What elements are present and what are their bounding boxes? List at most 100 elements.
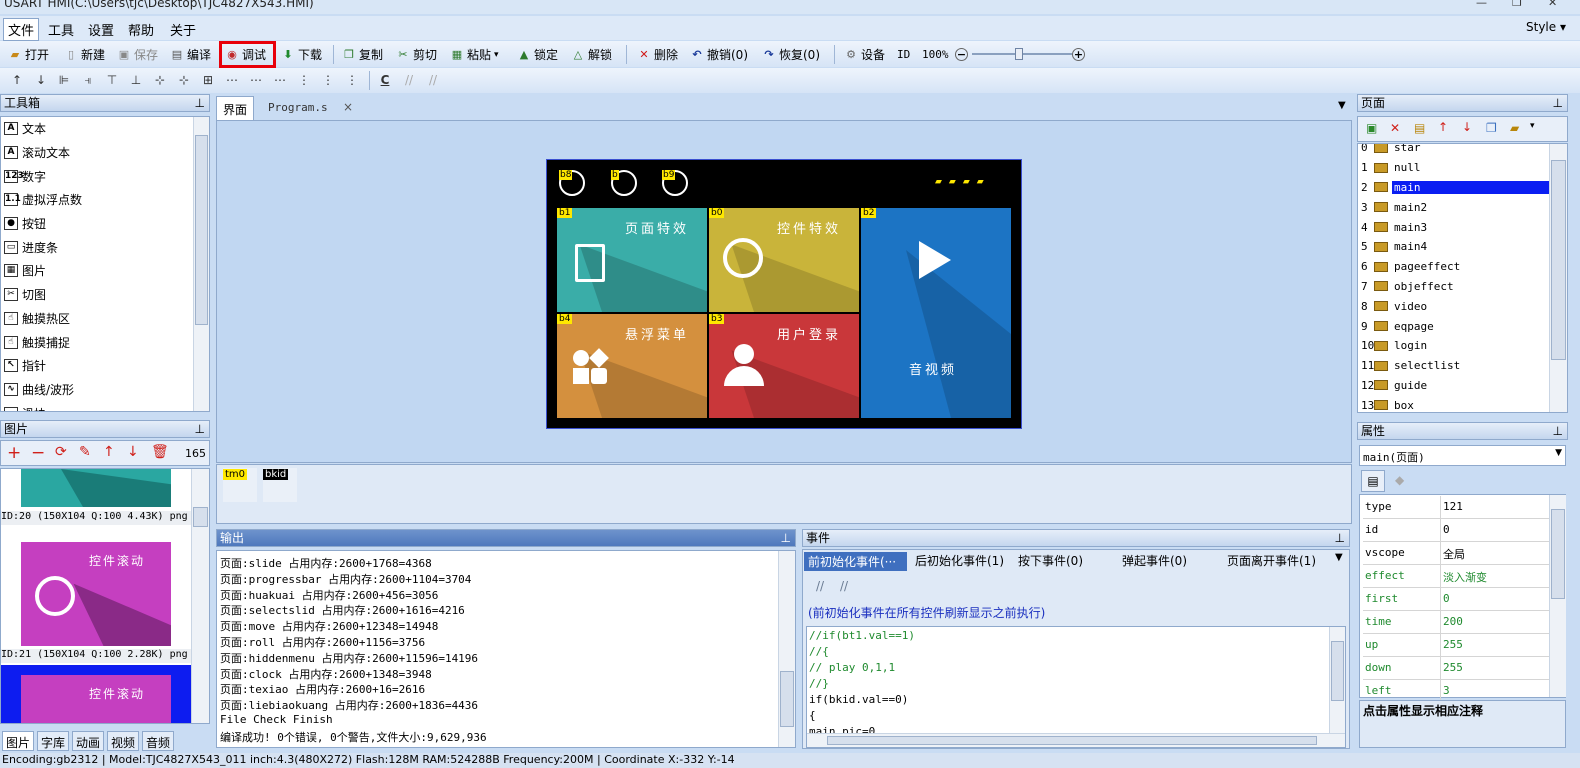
image-list-scrollbar[interactable]: [191, 469, 209, 723]
uncomment-icon[interactable]: //: [425, 73, 441, 89]
replace-image-icon[interactable]: ⟳: [55, 444, 67, 460]
code-toggle-icon[interactable]: C: [377, 73, 393, 89]
menu-file[interactable]: 文件: [3, 18, 40, 41]
property-row[interactable]: type 121: [1363, 496, 1549, 519]
center-vertical-icon[interactable]: ⊹: [176, 73, 192, 89]
device-button[interactable]: ⚙ 设备: [844, 46, 885, 63]
property-row[interactable]: up 255: [1363, 634, 1549, 657]
tab-program[interactable]: Program.s: [268, 101, 328, 114]
page-item[interactable]: 11 selectlist: [1358, 356, 1567, 376]
copy-page-icon[interactable]: ❐: [1486, 121, 1497, 135]
property-row[interactable]: effect 淡入渐变: [1363, 565, 1549, 588]
pin-icon[interactable]: ⊥: [195, 95, 205, 111]
page-item[interactable]: 9 eqpage: [1358, 316, 1567, 336]
output-scrollbar[interactable]: [778, 551, 795, 747]
page-item[interactable]: 7 objeffect: [1358, 277, 1567, 297]
toolbox-item[interactable]: ▦ 图片: [1, 259, 209, 283]
scrollbar-thumb[interactable]: [827, 736, 1317, 745]
delete-button[interactable]: ✕ 删除: [637, 46, 678, 63]
code-vertical-scrollbar[interactable]: [1329, 627, 1345, 733]
page-item[interactable]: 10 login: [1358, 336, 1567, 356]
tile-floating-menu[interactable]: b4 悬浮菜单: [557, 314, 707, 418]
page-item[interactable]: 3 main2: [1358, 197, 1567, 217]
tab-post-init-event[interactable]: 后初始化事件(1): [915, 552, 1004, 569]
distribute-horizontal-icon[interactable]: ⋯: [272, 73, 288, 89]
toolbox-item[interactable]: ☝ 触摸捕捉: [1, 330, 209, 354]
align-right-icon[interactable]: ⫣: [80, 73, 96, 89]
image-selected-row[interactable]: 控件滚动: [1, 665, 191, 723]
property-row[interactable]: time 200: [1363, 611, 1549, 634]
image-thumbnail[interactable]: [21, 469, 171, 507]
zoom-slider-thumb[interactable]: [1015, 48, 1023, 60]
tab-release-event[interactable]: 弹起事件(0): [1122, 552, 1187, 569]
code-editor[interactable]: //if(bt1.val==1) //{// play 0,1,1 //} if(bk…: [806, 626, 1346, 748]
property-row[interactable]: down 255: [1363, 657, 1549, 680]
uncomment-icon[interactable]: //: [840, 579, 848, 593]
same-size-icon[interactable]: ⊞: [200, 73, 216, 89]
toolbox-item[interactable]: ▭ 进度条: [1, 235, 209, 259]
edit-image-icon[interactable]: ✎: [79, 444, 91, 460]
pin-icon[interactable]: ⊥: [781, 530, 791, 546]
distribute-bottom-icon[interactable]: ⋮: [344, 73, 360, 89]
tab-page-exit-event[interactable]: 页面离开事件(1): [1227, 552, 1316, 569]
menu-tools[interactable]: 工具: [48, 20, 74, 39]
open-button[interactable]: ▰ 打开: [8, 46, 49, 63]
align-top-icon[interactable]: ⊤: [104, 73, 120, 89]
categorized-view-button[interactable]: ▤: [1361, 470, 1385, 492]
undo-button[interactable]: ↶ 撤销(0): [690, 46, 748, 63]
remove-image-icon[interactable]: −: [31, 443, 45, 463]
insert-page-icon[interactable]: ▤: [1414, 121, 1425, 135]
pin-icon[interactable]: ⊥: [1553, 423, 1563, 439]
toolbox-scrollbar[interactable]: [193, 117, 209, 411]
tab-pre-init-event[interactable]: 前初始化事件(···: [804, 552, 907, 571]
zoom-out-button[interactable]: −: [955, 46, 968, 63]
save-button[interactable]: ▣ 保存: [117, 46, 158, 63]
close-icon[interactable]: ✕: [1548, 0, 1557, 9]
scrollbar-thumb[interactable]: [193, 507, 208, 527]
tab-video[interactable]: 视频: [107, 731, 140, 751]
move-up-icon[interactable]: ↑: [1438, 120, 1448, 134]
pin-icon[interactable]: ⊥: [195, 421, 205, 437]
code-horizontal-scrollbar[interactable]: [807, 733, 1345, 747]
lock-button[interactable]: ▲ 锁定: [517, 46, 558, 63]
move-down-icon[interactable]: ↓: [127, 444, 139, 460]
distribute-top-icon[interactable]: ⋮: [320, 73, 336, 89]
scrollbar-thumb[interactable]: [1551, 160, 1566, 360]
comment-icon[interactable]: //: [401, 73, 417, 89]
variable-component[interactable]: bkid: [263, 468, 297, 502]
scrollbar-thumb[interactable]: [780, 671, 794, 727]
menu-settings[interactable]: 设置: [88, 20, 114, 39]
distribute-vertical-icon[interactable]: ⋮: [296, 73, 312, 89]
style-menu[interactable]: Style ▾: [1526, 20, 1566, 34]
move-up-icon[interactable]: ↑: [103, 444, 115, 460]
page-item[interactable]: 2 main: [1358, 178, 1567, 198]
property-row[interactable]: first 0: [1363, 588, 1549, 611]
toolbox-item[interactable]: A 滚动文本: [1, 141, 209, 165]
tile-control-effect[interactable]: b0 控件特效: [709, 208, 859, 312]
align-bottom-icon[interactable]: ⊥: [128, 73, 144, 89]
page-item[interactable]: 12 guide: [1358, 376, 1567, 396]
toolbox-item[interactable]: 滑块: [1, 401, 209, 411]
page-item[interactable]: 4 main3: [1358, 217, 1567, 237]
compile-button[interactable]: ▤ 编译: [170, 46, 211, 63]
send-down-icon[interactable]: ↓: [33, 73, 49, 89]
page-item[interactable]: 8 video: [1358, 296, 1567, 316]
unlock-button[interactable]: △ 解锁: [571, 46, 612, 63]
pin-icon[interactable]: ⊥: [1335, 530, 1345, 546]
scrollbar-thumb[interactable]: [1331, 641, 1344, 701]
property-row[interactable]: id 0: [1363, 519, 1549, 542]
toolbox-item[interactable]: ↖ 指针: [1, 354, 209, 378]
menu-about[interactable]: 关于: [170, 20, 196, 39]
tab-audio[interactable]: 音频: [142, 731, 175, 751]
add-image-icon[interactable]: +: [7, 443, 21, 463]
page-item[interactable]: 6 pageeffect: [1358, 257, 1567, 277]
maximize-icon[interactable]: ❐: [1512, 0, 1522, 9]
toolbox-item[interactable]: 1.1 虚拟浮点数: [1, 188, 209, 212]
tab-list-icon[interactable]: ▼: [1335, 552, 1343, 563]
delete-page-icon[interactable]: ✕: [1390, 121, 1400, 135]
page-item[interactable]: 1 null: [1358, 158, 1567, 178]
toolbox-item[interactable]: ✂ 切图: [1, 283, 209, 307]
toolbox-item[interactable]: A 文本: [1, 117, 209, 141]
pin-icon[interactable]: ⊥: [1553, 95, 1563, 111]
tab-fonts[interactable]: 字库: [37, 731, 70, 751]
